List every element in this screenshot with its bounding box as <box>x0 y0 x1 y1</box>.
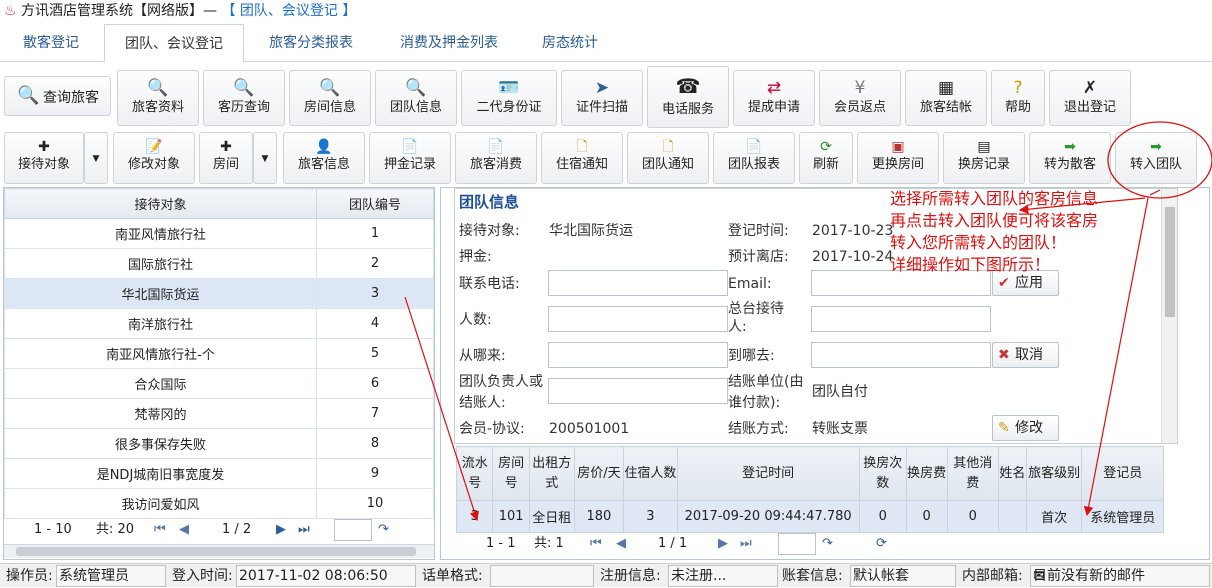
mailbox-label: 内部邮箱: <box>962 568 1023 584</box>
annotation-arrow <box>404 296 479 522</box>
registration-value: 未注册... <box>668 565 778 587</box>
annotation-pointer <box>1149 189 1161 196</box>
operator-value: 系统管理员 <box>56 565 166 587</box>
annotation-arrow <box>1083 197 1149 517</box>
call-format-value <box>490 565 594 587</box>
call-format-label: 话单格式: <box>422 568 483 584</box>
login-time-value: 2017-11-02 08:06:50 <box>236 565 416 587</box>
account-set-label: 账套信息: <box>782 568 843 584</box>
operator-label: 操作员: <box>6 568 53 584</box>
account-set-value: 默认帐套 <box>850 565 956 587</box>
status-bar: 操作员: 系统管理员 登入时间: 2017-11-02 08:06:50 话单格… <box>0 563 1212 587</box>
registration-label: 注册信息: <box>600 568 661 584</box>
mailbox-text: 目前没有新的邮件 <box>1033 568 1145 584</box>
highlight-circle <box>1107 121 1212 199</box>
annotation-overlay <box>404 121 1212 522</box>
annotation-arrow <box>1018 197 1146 214</box>
login-time-label: 登入时间: <box>172 568 233 584</box>
mailbox-value[interactable]: ✉ 目前没有新的邮件 <box>1030 565 1210 587</box>
